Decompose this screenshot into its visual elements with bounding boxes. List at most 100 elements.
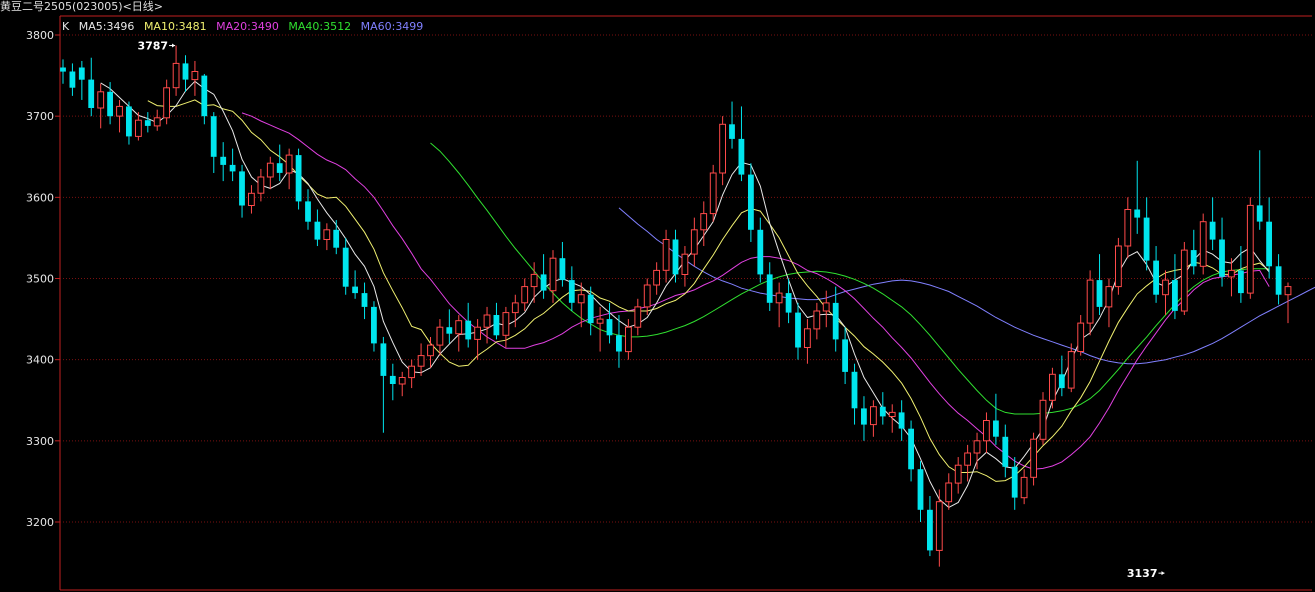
up-candle — [1115, 237, 1122, 295]
candlestick-chart[interactable]: 3800 3700 3600 3500 3400 3300 3200 3787 3137 — [0, 0, 1315, 592]
candle-body — [851, 371, 858, 409]
up-candle — [511, 294, 519, 328]
down-candle — [361, 282, 368, 320]
candle-body — [323, 229, 331, 241]
candle-body — [1256, 205, 1263, 222]
candle-body — [465, 320, 472, 340]
candle-body — [239, 171, 245, 206]
candle-body — [1199, 221, 1207, 267]
y-tick-label: 3700 — [26, 110, 54, 123]
candle-body — [229, 164, 236, 172]
extreme-price-label: 3787 — [137, 40, 168, 53]
candle-body — [1209, 221, 1216, 240]
candle-body — [78, 67, 85, 80]
down-candle — [1275, 254, 1282, 305]
down-candle — [305, 189, 311, 230]
candle-body — [107, 91, 113, 117]
down-candle — [1209, 197, 1216, 251]
up-candle — [577, 282, 585, 328]
up-candle — [398, 371, 406, 397]
candle-body — [1246, 204, 1254, 294]
down-candle — [78, 60, 85, 100]
down-candle — [757, 217, 764, 283]
down-candle — [795, 302, 801, 360]
candle-body — [596, 318, 604, 324]
candle-body — [389, 375, 396, 384]
candle-body — [813, 310, 821, 330]
candle-body — [898, 412, 905, 429]
candle-body — [398, 377, 406, 385]
down-candle — [352, 270, 358, 299]
down-candle — [1096, 254, 1103, 316]
candle-body — [182, 63, 189, 80]
candle-body — [172, 62, 180, 89]
candle-body — [191, 71, 199, 81]
down-candle — [917, 461, 924, 522]
down-candle — [1153, 246, 1159, 303]
up-candle — [888, 404, 896, 433]
down-candle — [879, 392, 886, 425]
candle-body — [709, 172, 717, 215]
candle-body — [530, 273, 538, 288]
up-candle — [1020, 469, 1028, 505]
candle-body — [888, 411, 896, 417]
candle-body — [616, 335, 622, 352]
up-candle — [870, 400, 877, 437]
up-candle — [248, 185, 255, 214]
candle-body — [927, 509, 933, 551]
candle-body — [60, 67, 66, 72]
candle-body — [144, 120, 151, 126]
up-candle — [502, 306, 510, 348]
candle-body — [1266, 221, 1272, 267]
candle-body — [842, 339, 848, 372]
up-candle — [1049, 367, 1056, 409]
down-candle — [540, 254, 547, 299]
up-candle — [625, 319, 632, 360]
down-candle — [1002, 424, 1009, 478]
candle-body — [1011, 466, 1018, 498]
candle-body — [305, 201, 311, 222]
up-candle — [813, 302, 821, 340]
candle-body — [993, 420, 999, 437]
down-candle — [832, 286, 839, 352]
up-candle — [596, 306, 604, 352]
down-candle — [493, 302, 500, 340]
candle-body — [935, 501, 943, 551]
up-candle — [474, 319, 482, 360]
candle-body — [1058, 374, 1065, 389]
up-candle — [964, 444, 972, 482]
candle-body — [1124, 209, 1132, 247]
candle-body — [672, 239, 679, 275]
candle-body — [116, 105, 123, 117]
up-candle — [323, 223, 331, 251]
y-tick-label: 3500 — [26, 273, 54, 286]
up-candle — [266, 156, 274, 190]
up-candle — [285, 148, 293, 190]
candle-body — [917, 469, 924, 510]
candle-body — [775, 292, 783, 304]
candle-body — [1086, 279, 1094, 324]
down-candle — [766, 262, 773, 311]
down-candle — [220, 142, 227, 182]
up-candle — [662, 229, 670, 283]
candle-body — [361, 293, 368, 307]
candle-body — [266, 162, 274, 178]
candle-body — [342, 247, 349, 287]
candle-body — [1096, 280, 1103, 307]
candle-body — [540, 274, 547, 291]
up-candle — [1039, 392, 1047, 445]
candle-body — [220, 156, 227, 165]
down-candle — [851, 363, 858, 425]
candle-body — [333, 229, 340, 248]
candle-body — [455, 320, 463, 335]
up-candle — [153, 109, 161, 131]
candle-body — [201, 75, 208, 117]
up-candle — [172, 45, 180, 96]
up-candle — [455, 315, 463, 352]
candle-body — [973, 440, 981, 454]
down-candle — [314, 209, 321, 247]
candle-body — [371, 306, 377, 344]
down-candle — [861, 396, 867, 441]
y-tick-label: 3800 — [26, 29, 54, 42]
up-candle — [191, 60, 199, 96]
